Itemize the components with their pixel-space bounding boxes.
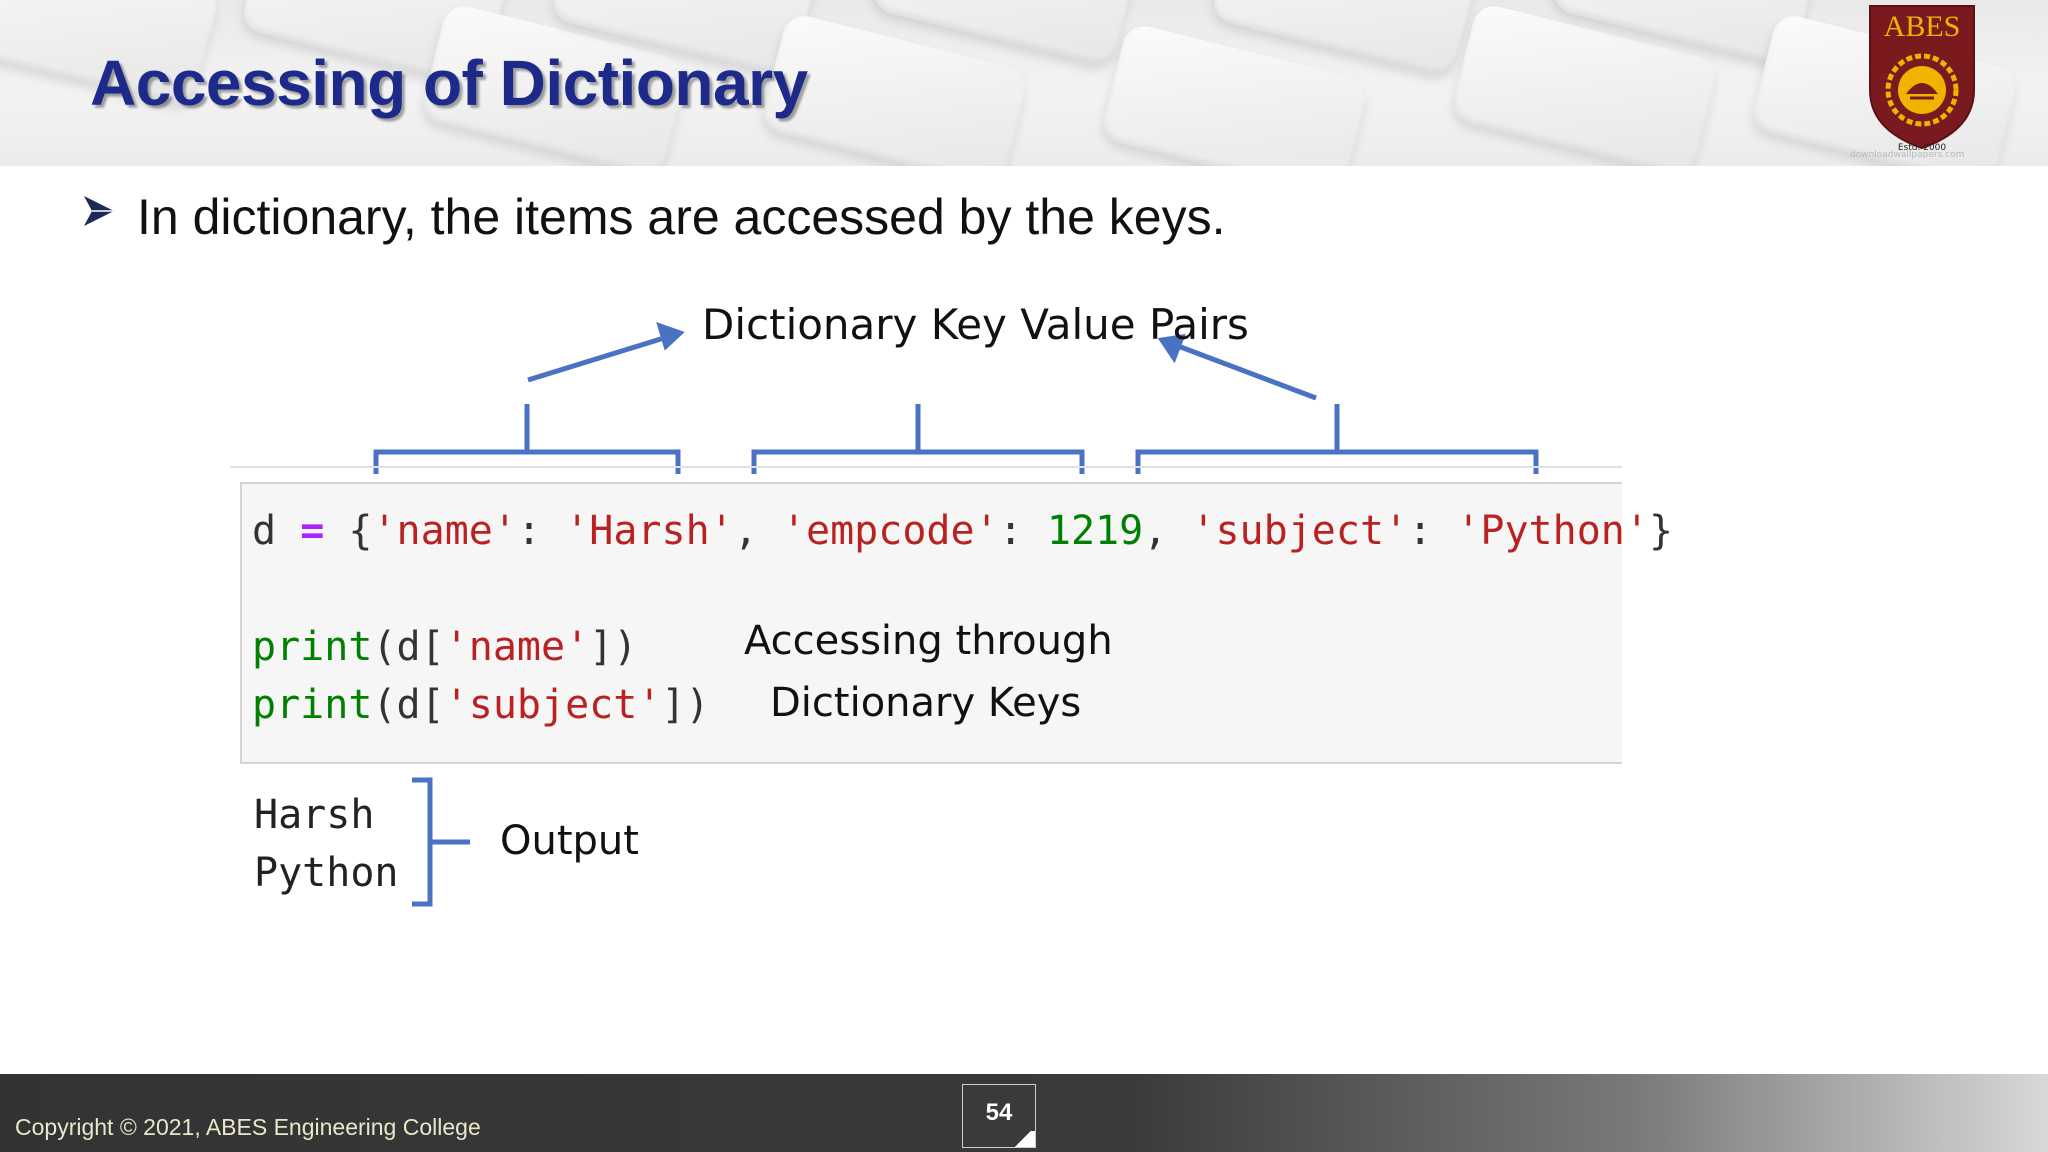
- access-label-line-2: Dictionary Keys: [770, 680, 1082, 726]
- code-line-print-name: print(d['name']): [252, 624, 638, 670]
- divider: [230, 466, 1622, 468]
- output-line-1: Harsh: [254, 792, 375, 838]
- output-line-2: Python: [254, 850, 399, 896]
- slide-footer: Copyright © 2021, ABES Engineering Colle…: [0, 1074, 2048, 1152]
- page-curl-icon: [1011, 1131, 1035, 1147]
- output-brace: [412, 777, 470, 907]
- pair-brace-1: [373, 404, 681, 474]
- copyright-text: Copyright © 2021, ABES Engineering Colle…: [15, 1114, 481, 1140]
- output-label: Output: [500, 818, 639, 864]
- pair-brace-3: [1135, 404, 1539, 474]
- access-label-line-1: Accessing through: [744, 618, 1113, 664]
- page-number-badge: 54: [962, 1084, 1036, 1148]
- page-number: 54: [985, 1099, 1013, 1126]
- arrow-left: [527, 322, 685, 383]
- code-line-dict: d = {'name': 'Harsh', 'empcode': 1219, '…: [252, 508, 1674, 554]
- pairs-label: Dictionary Key Value Pairs: [702, 300, 1249, 349]
- code-line-print-subject: print(d['subject']): [252, 682, 710, 728]
- pair-brace-2: [751, 404, 1085, 474]
